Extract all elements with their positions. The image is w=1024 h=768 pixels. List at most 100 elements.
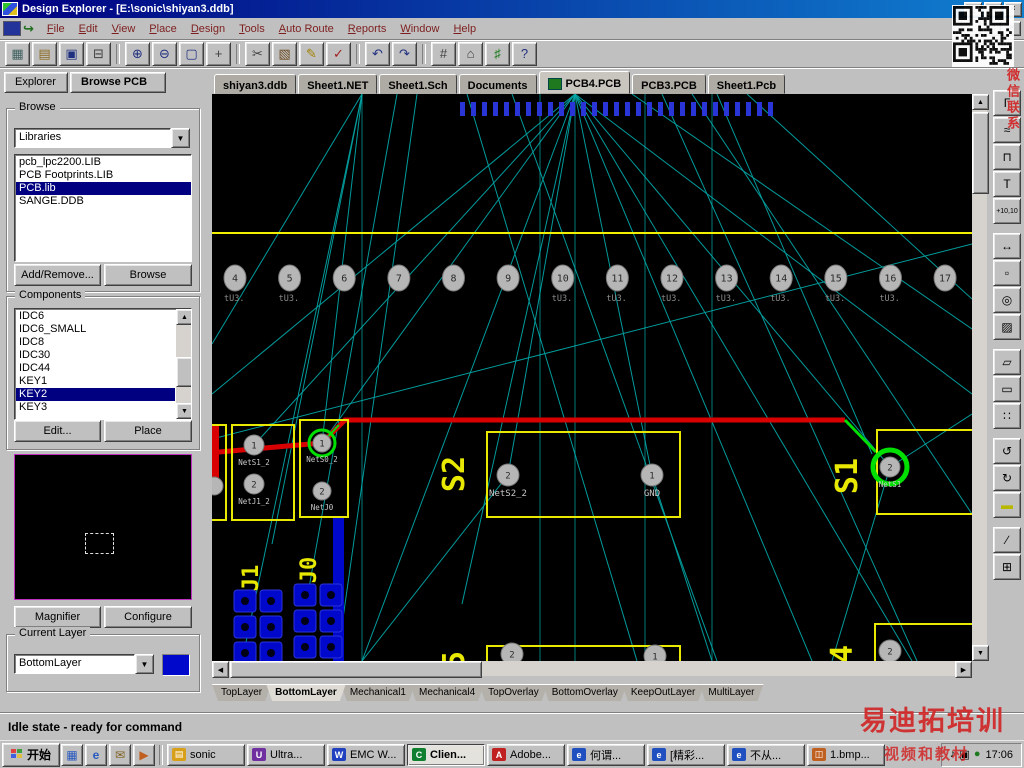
library-item-pcb footprints.lib[interactable]: PCB Footprints.LIB (16, 169, 191, 182)
help-icon[interactable]: ? (512, 42, 537, 66)
component-item-key1[interactable]: KEY1 (16, 375, 175, 388)
redo-icon[interactable]: ↷ (392, 42, 417, 66)
document-tab-sheet1.sch[interactable]: Sheet1.Sch (379, 74, 456, 94)
document-tab-sheet1.pcb[interactable]: Sheet1.Pcb (708, 74, 785, 94)
task-button-1-bmp-[interactable]: ◫ 1.bmp... (807, 744, 885, 766)
print-icon[interactable]: ⊟ (86, 42, 111, 66)
task-button-何谓-[interactable]: e 何谓... (567, 744, 645, 766)
scroll-up-icon[interactable]: ▲ (176, 309, 192, 325)
menu-design[interactable]: Design (184, 20, 232, 38)
chevron-down-icon[interactable]: ▼ (171, 128, 190, 148)
split-plane-icon[interactable]: ▬ (993, 492, 1021, 518)
open-document-icon[interactable]: ▤ (32, 42, 57, 66)
menu-file[interactable]: File (40, 20, 72, 38)
library-item-sange.ddb[interactable]: SANGE.DDB (16, 195, 191, 208)
document-tab-documents[interactable]: Documents (459, 74, 537, 94)
libraries-list[interactable]: pcb_lpc2200.LIB PCB Footprints.LIB PCB.lib… (14, 154, 192, 262)
scroll-thumb[interactable] (176, 357, 192, 387)
task-button-不从-[interactable]: e 不从... (727, 744, 805, 766)
zoom-in-icon[interactable]: ⊕ (125, 42, 150, 66)
browse-button[interactable]: Browse (104, 264, 192, 286)
forward-arrow-icon[interactable]: ↪ (23, 21, 34, 37)
layer-tab-keepoutlayer[interactable]: KeepOutLayer (622, 684, 705, 701)
scroll-thumb[interactable] (972, 112, 989, 194)
menu-edit[interactable]: Edit (72, 20, 105, 38)
menu-reports[interactable]: Reports (341, 20, 394, 38)
pcb-canvas[interactable]: 4 tU3. 5 tU3. 6 7 8 9 10 tU3. 11 tU3. 12 tU3. 13 tU3. 14… (212, 94, 972, 661)
document-tab-sheet1.net[interactable]: Sheet1.NET (298, 74, 377, 94)
task-button-ultra-[interactable]: U Ultra... (247, 744, 325, 766)
design-manager-icon[interactable]: ▦ (5, 42, 30, 66)
layer-tab-bottomoverlay[interactable]: BottomOverlay (543, 684, 627, 701)
scroll-down-icon[interactable]: ▼ (972, 645, 989, 661)
configure-button[interactable]: Configure (104, 606, 192, 628)
zoom-out-icon[interactable]: ⊖ (152, 42, 177, 66)
chevron-down-icon[interactable]: ▼ (135, 654, 154, 674)
layer-tab-multilayer[interactable]: MultiLayer (699, 684, 763, 701)
netlist-icon[interactable]: # (431, 42, 456, 66)
array-icon[interactable]: ∷ (993, 403, 1021, 429)
document-tab-pcb4.pcb[interactable]: PCB4.PCB (539, 71, 631, 94)
polygon-icon[interactable]: ▱ (993, 349, 1021, 375)
library-item-pcb.lib[interactable]: PCB.lib (16, 182, 191, 195)
add-remove-button[interactable]: Add/Remove... (14, 264, 101, 286)
tab-explorer[interactable]: Explorer (4, 72, 68, 93)
scroll-right-icon[interactable]: ▶ (955, 661, 972, 678)
document-system-icon[interactable] (3, 21, 21, 36)
room-icon[interactable]: ▭ (993, 376, 1021, 402)
task-button-adobe-[interactable]: A Adobe... (487, 744, 565, 766)
canvas-vertical-scrollbar[interactable]: ▲ ▼ (972, 94, 987, 661)
layer-tab-bottomlayer[interactable]: BottomLayer (266, 684, 346, 701)
menu-help[interactable]: Help (446, 20, 483, 38)
component-item-idc30[interactable]: IDC30 (16, 349, 175, 362)
component-item-idc6[interactable]: IDC6 (16, 310, 175, 323)
slice-icon[interactable]: ∕ (993, 527, 1021, 553)
outlook-icon[interactable]: ✉ (109, 744, 131, 766)
component-item-key3[interactable]: KEY3 (16, 401, 175, 414)
cross-cursor-icon[interactable]: + (206, 42, 231, 66)
tab-browse-pcb[interactable]: Browse PCB (70, 72, 166, 93)
footprint-icon[interactable]: ⊓ (993, 144, 1021, 170)
component-item-key2[interactable]: KEY2 (16, 388, 175, 401)
show-desktop-icon[interactable]: ▦ (61, 744, 83, 766)
save-icon[interactable]: ▣ (59, 42, 84, 66)
layer-tab-topoverlay[interactable]: TopOverlay (479, 684, 548, 701)
media-player-icon[interactable]: ▶ (133, 744, 155, 766)
document-tab-shiyan3.ddb[interactable]: shiyan3.ddb (214, 74, 296, 94)
components-list[interactable]: IDC6 IDC6_SMALL IDC8 IDC30 IDC44 KEY1 KEY2 KEY3… (14, 308, 192, 420)
document-tab-pcb3.pcb[interactable]: PCB3.PCB (632, 74, 706, 94)
coordinate-icon[interactable]: +10,10 (993, 198, 1021, 224)
antivirus-icon[interactable]: ● (974, 748, 981, 761)
browse-mode-select[interactable]: Libraries ▼ (14, 128, 190, 148)
current-layer-select[interactable]: BottomLayer ▼ (14, 654, 154, 674)
paste-array-icon[interactable]: ⊞ (993, 554, 1021, 580)
dimension-icon[interactable]: ↔ (993, 233, 1021, 259)
rotate-ccw-icon[interactable]: ↺ (993, 438, 1021, 464)
component-item-idc6_small[interactable]: IDC6_SMALL (16, 323, 175, 336)
check-icon[interactable]: ✓ (326, 42, 351, 66)
component-item-idc44[interactable]: IDC44 (16, 362, 175, 375)
brush-icon[interactable]: ✎ (299, 42, 324, 66)
paste-icon[interactable]: ▧ (272, 42, 297, 66)
ie-icon[interactable]: e (85, 744, 107, 766)
scroll-left-icon[interactable]: ◀ (212, 661, 229, 678)
task-button--精彩-[interactable]: e [精彩... (647, 744, 725, 766)
start-button[interactable]: 开始 (2, 743, 60, 767)
place-button[interactable]: Place (104, 420, 192, 442)
grid-icon[interactable]: ♯ (485, 42, 510, 66)
edit-button[interactable]: Edit... (14, 420, 101, 442)
canvas-horizontal-scrollbar[interactable]: ◀ ▶ (212, 661, 972, 676)
string-icon[interactable]: T (993, 171, 1021, 197)
magnifier-preview[interactable] (14, 454, 192, 600)
layer-tab-toplayer[interactable]: TopLayer (212, 684, 271, 701)
title-bar[interactable]: Design Explorer - [E:\sonic\shiyan3.ddb]… (0, 0, 1024, 18)
layer-tab-mechanical1[interactable]: Mechanical1 (341, 684, 415, 701)
task-button-sonic[interactable]: ▤ sonic (167, 744, 245, 766)
menu-auto-route[interactable]: Auto Route (272, 20, 341, 38)
component-item-idc8[interactable]: IDC8 (16, 336, 175, 349)
menu-view[interactable]: View (105, 20, 143, 38)
fill-icon[interactable]: ▨ (993, 314, 1021, 340)
library-icon[interactable]: ⌂ (458, 42, 483, 66)
library-item-pcb_lpc2200.lib[interactable]: pcb_lpc2200.LIB (16, 156, 191, 169)
menu-place[interactable]: Place (142, 20, 184, 38)
